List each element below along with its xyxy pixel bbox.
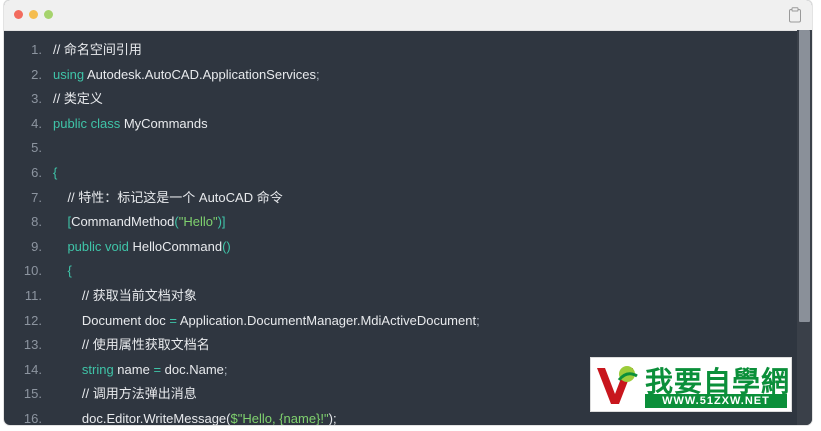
vertical-scrollbar[interactable] bbox=[797, 30, 812, 425]
line-number: 3. bbox=[31, 91, 42, 107]
line-number: 16. bbox=[23, 411, 42, 425]
code-token: { bbox=[53, 165, 58, 180]
code-token: ; bbox=[316, 66, 320, 82]
code-token: // 使用属性获取文档名 bbox=[53, 337, 210, 353]
code-token: doc.Name bbox=[161, 361, 224, 377]
line-number: 2. bbox=[31, 66, 42, 82]
code-token: CommandMethod bbox=[71, 214, 175, 230]
code-token: public class bbox=[53, 115, 121, 131]
code-token: "Hello" bbox=[178, 214, 218, 230]
code-text: // 调用方法弹出消息 bbox=[53, 382, 197, 406]
code-token: [ bbox=[53, 214, 72, 230]
code-token: )] bbox=[217, 214, 226, 230]
code-token: // 特性：标记这是一个 AutoCAD 命令 bbox=[53, 189, 283, 205]
code-text: public void HelloCommand() bbox=[53, 235, 231, 259]
code-token: = bbox=[169, 312, 177, 328]
code-text: // 获取当前文档对象 bbox=[53, 284, 197, 308]
watermark: 我要自學網 WWW.51ZXW.NET bbox=[590, 357, 792, 412]
watermark-url: WWW.51ZXW.NET bbox=[645, 394, 787, 408]
maximize-dot bbox=[44, 10, 53, 19]
code-token: // 命名空间引用 bbox=[53, 42, 142, 57]
code-text: doc.Editor.WriteMessage($"Hello, {name}!… bbox=[53, 407, 337, 425]
code-token: // 类定义 bbox=[53, 91, 103, 107]
line-number: 6. bbox=[31, 165, 42, 180]
code-token: // 调用方法弹出消息 bbox=[53, 386, 197, 402]
watermark-logo-icon bbox=[593, 360, 641, 408]
code-token: () bbox=[222, 238, 231, 254]
line-number: 13. bbox=[23, 337, 42, 353]
code-token: doc.Editor.WriteMessage( bbox=[53, 411, 231, 425]
code-token: = bbox=[153, 361, 162, 377]
line-number: 11. bbox=[24, 288, 42, 303]
line-number: 4. bbox=[31, 115, 42, 131]
code-token: Document doc bbox=[53, 312, 170, 328]
code-text: { bbox=[53, 259, 72, 283]
code-token: { bbox=[53, 263, 72, 279]
code-token: HelloCommand bbox=[128, 238, 223, 254]
minimize-dot bbox=[29, 10, 38, 19]
code-token: MyCommands bbox=[120, 115, 208, 131]
code-text: string name = doc.Name; bbox=[53, 358, 228, 382]
code-text: // 使用属性获取文档名 bbox=[53, 333, 210, 357]
line-number: 8. bbox=[31, 214, 42, 230]
code-token: $"Hello, {name}!" bbox=[230, 411, 329, 425]
close-dot bbox=[14, 10, 23, 19]
line-number: 10. bbox=[23, 263, 42, 279]
line-number: 12. bbox=[23, 312, 42, 328]
code-text: // 类定义 bbox=[53, 87, 103, 111]
code-token: Application.DocumentManager.MdiActiveDoc… bbox=[176, 312, 477, 328]
code-token: string bbox=[53, 361, 114, 377]
line-number: 5. bbox=[31, 140, 42, 156]
code-token: Autodesk.AutoCAD.ApplicationServices bbox=[84, 66, 317, 82]
title-bar bbox=[4, 0, 812, 31]
code-token: name bbox=[113, 361, 154, 377]
line-number: 14. bbox=[23, 361, 42, 377]
clipboard-icon[interactable] bbox=[788, 7, 802, 23]
code-text: [CommandMethod("Hello")] bbox=[53, 210, 226, 234]
code-text: // 特性：标记这是一个 AutoCAD 命令 bbox=[53, 186, 283, 210]
line-number: 7. bbox=[31, 189, 42, 205]
code-token: ; bbox=[476, 312, 480, 328]
code-text: public class MyCommands bbox=[53, 112, 208, 136]
code-token: public void bbox=[53, 238, 129, 254]
line-number: 1. bbox=[31, 42, 42, 57]
code-token: ; bbox=[223, 361, 228, 377]
code-text: // 命名空间引用 bbox=[53, 38, 142, 62]
code-text: Document doc = Application.DocumentManag… bbox=[53, 309, 480, 333]
code-text: using Autodesk.AutoCAD.ApplicationServic… bbox=[53, 63, 320, 87]
line-number: 9. bbox=[31, 238, 42, 254]
code-token: using bbox=[53, 66, 85, 82]
scrollbar-thumb[interactable] bbox=[799, 30, 810, 322]
code-token: ); bbox=[328, 411, 337, 425]
line-number: 15. bbox=[23, 386, 42, 402]
code-text: { bbox=[53, 161, 57, 185]
code-token: // 获取当前文档对象 bbox=[53, 288, 197, 303]
